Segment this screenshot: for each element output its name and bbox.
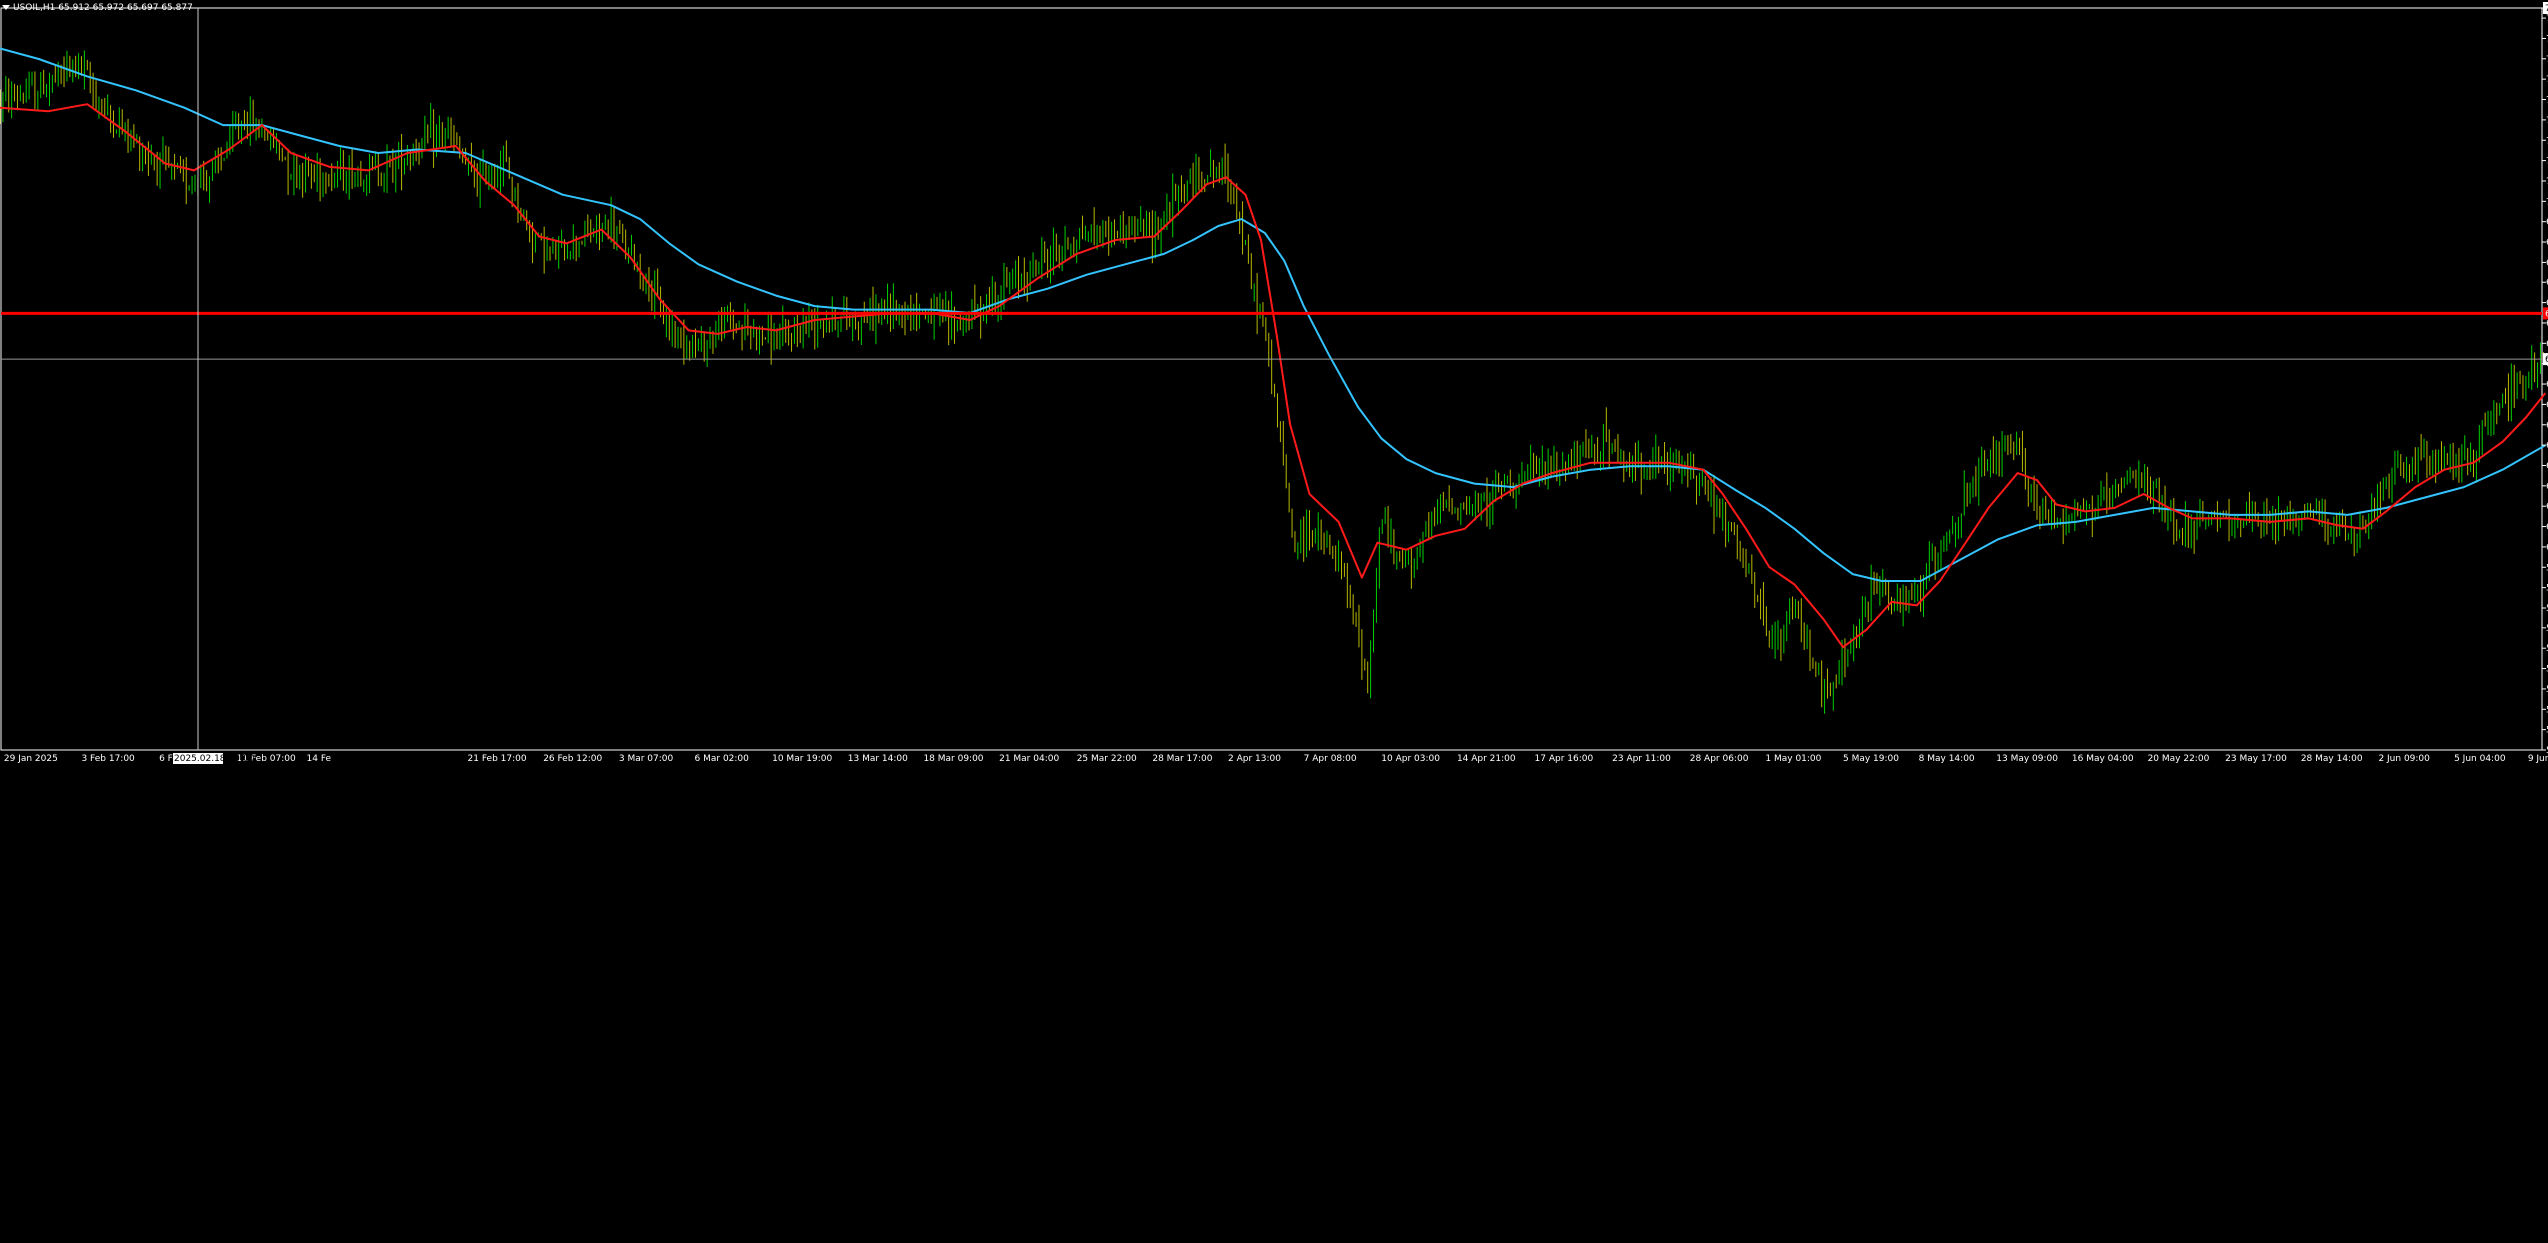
x-tick-label: 16 May 04:00 <box>2072 754 2134 764</box>
chart-window[interactable]: 75.96575.67575.09074.50573.92073.33572.7… <box>0 0 2548 1243</box>
x-tick-label: 5 Jun 04:00 <box>2454 754 2506 764</box>
x-tick-label: 23 May 17:00 <box>2225 754 2287 764</box>
x-tick-label: 26 Feb 12:00 <box>543 754 602 764</box>
x-tick-label: 6 Mar 02:00 <box>695 754 750 764</box>
x-tick-label: 14 Apr 21:00 <box>1457 754 1516 764</box>
price-chart[interactable]: 75.96575.67575.09074.50573.92073.33572.7… <box>0 0 2548 1243</box>
x-tick-label: 21 Mar 04:00 <box>999 754 1059 764</box>
x-tick-label: 28 Apr 06:00 <box>1690 754 1749 764</box>
x-tick-label: 14 Fe <box>307 754 332 764</box>
x-tick-label: 10 Mar 19:00 <box>772 754 832 764</box>
chart-title: USOIL,H1 65.912 65.972 65.697 65.877 <box>2 2 193 15</box>
x-tick-label: 17 Apr 16:00 <box>1535 754 1594 764</box>
x-tick-label: 29 Jan 2025 <box>4 754 58 764</box>
x-tick-label: 21 Feb 17:00 <box>468 754 527 764</box>
x-tick-label: 5 May 19:00 <box>1843 754 1899 764</box>
x-tick-label: 13 May 09:00 <box>1996 754 2058 764</box>
x-tick-label: 7 Apr 08:00 <box>1304 754 1357 764</box>
x-tick-label: 23 Apr 11:00 <box>1612 754 1671 764</box>
crosshair-time-label: 2025.02.18 20:00 <box>174 754 255 764</box>
x-tick-label: 20 May 22:00 <box>2148 754 2210 764</box>
x-tick-label: 2 Jun 09:00 <box>2378 754 2430 764</box>
collapse-triangle-icon[interactable] <box>2 5 10 10</box>
x-tick-label: 9 Jun 22:00 <box>2528 754 2548 764</box>
x-tick-label: 3 Feb 17:00 <box>81 754 135 764</box>
x-tick-label: 28 Mar 17:00 <box>1152 754 1212 764</box>
x-tick-label: 1 May 01:00 <box>1765 754 1821 764</box>
x-tick-label: 10 Apr 03:00 <box>1381 754 1440 764</box>
x-tick-label: 28 May 14:00 <box>2301 754 2363 764</box>
chart-title-text: USOIL,H1 65.912 65.972 65.697 65.877 <box>13 3 193 13</box>
x-tick-label: 8 May 14:00 <box>1919 754 1975 764</box>
x-tick-label: 13 Mar 14:00 <box>848 754 908 764</box>
x-tick-label: 2 Apr 13:00 <box>1228 754 1281 764</box>
x-tick-label: 3 Mar 07:00 <box>619 754 674 764</box>
x-tick-label: 25 Mar 22:00 <box>1077 754 1137 764</box>
x-tick-label: 18 Mar 09:00 <box>923 754 983 764</box>
moving-average-fast <box>0 103 2547 649</box>
